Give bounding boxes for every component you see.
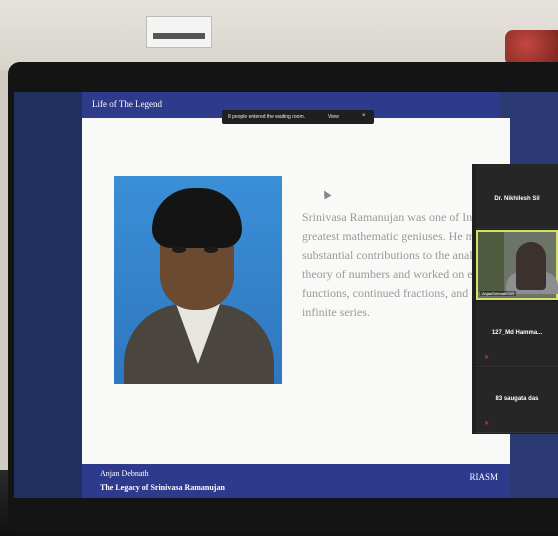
footer-organization: RIASM — [469, 472, 498, 482]
background-object — [505, 30, 558, 66]
mouse-cursor-icon — [320, 188, 332, 200]
participant-name: 83 saugata das — [495, 396, 539, 402]
video-person-head — [516, 242, 546, 290]
footer-subtitle: The Legacy of Srinivasa Ramanujan — [100, 483, 225, 492]
participant-name: 127_Md Hamma... — [491, 330, 543, 336]
portrait-hair — [152, 188, 242, 248]
notification-view-button[interactable]: View — [328, 114, 339, 120]
participant-gallery: Dr. Nikhilesh Sil AnjanDebnath333 127_Md… — [472, 164, 558, 434]
video-background — [478, 232, 504, 292]
mic-off-icon: ✕ — [484, 421, 490, 427]
notification-text: 8 people entered the waiting room. — [228, 114, 305, 120]
background-wall — [0, 0, 558, 70]
meeting-screen: Srinivasa Ramanujan was one of India's g… — [14, 92, 558, 498]
portrait-eye-left — [172, 246, 186, 253]
participant-name: Dr. Nikhilesh Sil — [494, 196, 540, 202]
slide-title: Life of The Legend — [92, 99, 163, 109]
participant-name: AnjanDebnath333 — [480, 291, 517, 296]
waiting-room-notification: 8 people entered the waiting room. View … — [222, 110, 374, 124]
ramanujan-portrait — [114, 176, 282, 384]
participant-tile[interactable]: Dr. Nikhilesh Sil — [476, 164, 558, 229]
footer-author: Anjan Debnath — [100, 469, 149, 478]
participant-tile[interactable]: 127_Md Hamma... ✕ — [476, 302, 558, 367]
close-icon[interactable]: × — [362, 113, 366, 119]
wall-paper-note — [146, 16, 212, 48]
mic-off-icon: ✕ — [484, 355, 490, 361]
participant-tile[interactable]: 83 saugata das ✕ — [476, 368, 558, 433]
participant-video-tile[interactable]: AnjanDebnath333 — [476, 230, 558, 300]
portrait-eye-right — [204, 246, 218, 253]
slide-footer-bar: Anjan Debnath The Legacy of Srinivasa Ra… — [82, 464, 510, 498]
presentation-slide: Srinivasa Ramanujan was one of India's g… — [82, 118, 510, 498]
